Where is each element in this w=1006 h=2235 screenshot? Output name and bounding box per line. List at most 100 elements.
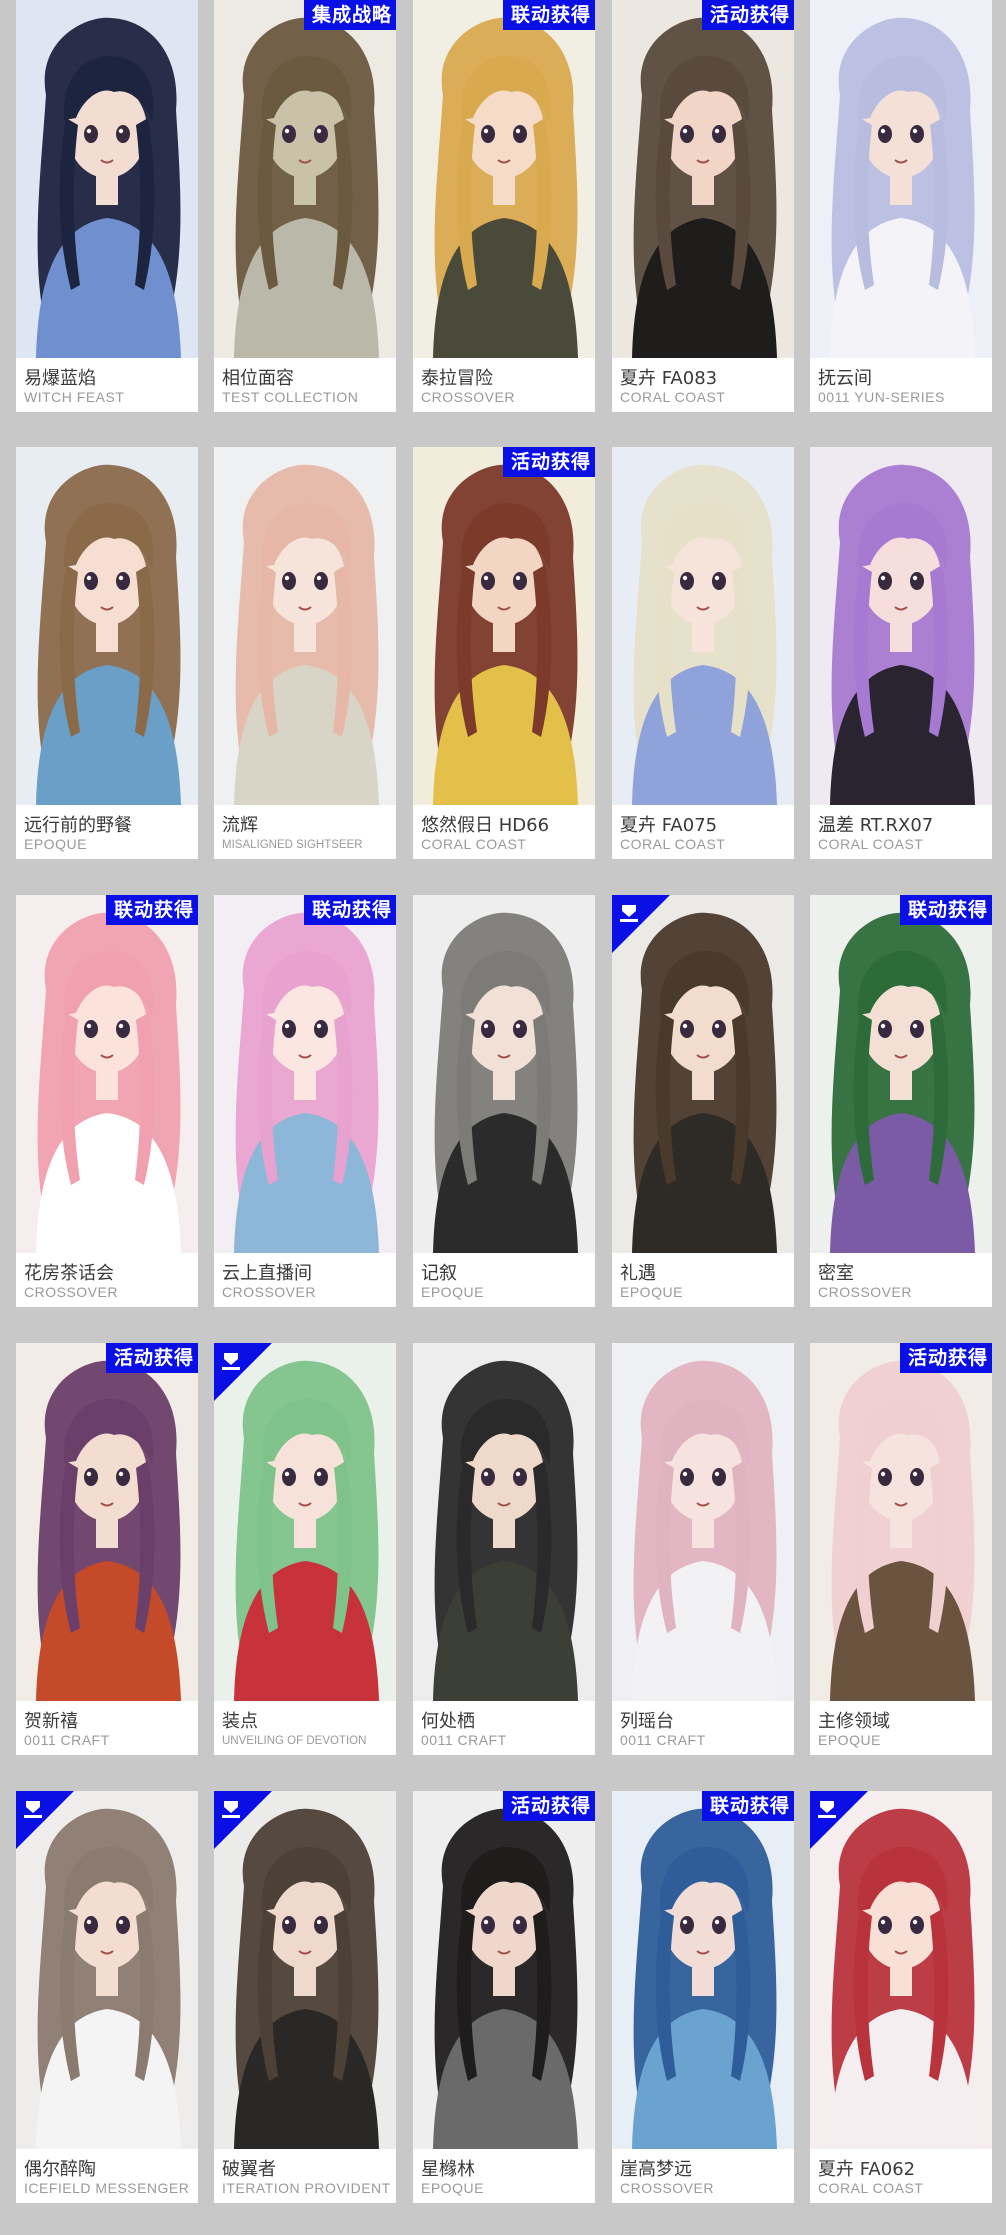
acquisition-badge: 联动获得 [502, 0, 595, 30]
skin-series: WITCH FEAST [24, 389, 125, 405]
skin-name: 悠然假日 HD66 [421, 815, 550, 836]
skin-card[interactable]: 夏卉 FA075 CORAL COAST [612, 447, 794, 859]
character-illustration [612, 1343, 794, 1701]
skin-card[interactable]: 活动获得 主修领域 EPOQUE [810, 1343, 992, 1755]
skin-series: CORAL COAST [620, 836, 726, 852]
skin-card[interactable]: 集成战略相位面容 TEST COLLECTION [214, 0, 396, 412]
character-illustration [16, 895, 198, 1253]
character-illustration [214, 447, 396, 805]
skin-artwork [612, 1343, 794, 1701]
skin-artwork [413, 1343, 595, 1701]
skin-card[interactable]: 联动获得 崖高梦远 CROSSOVER [612, 1791, 794, 2203]
skin-name: 破翼者 [222, 2159, 276, 2180]
skin-card[interactable]: 联动获得 泰拉冒险 CROSSOVER [413, 0, 595, 412]
skin-name: 何处栖 [421, 1711, 475, 1732]
skin-card[interactable]: 联动获得云上直播间 CROSSOVER [214, 895, 396, 1307]
skin-name: 夏卉 FA062 [818, 2159, 916, 2180]
skin-series: CROSSOVER [222, 1284, 316, 1300]
character-illustration [16, 447, 198, 805]
character-illustration [16, 1343, 198, 1701]
skin-card[interactable]: 温差 RT.RX07 CORAL COAST [810, 447, 992, 859]
character-illustration [810, 0, 992, 358]
gallery-row: 联动获得 花房茶话会 CROSSOVER 联动获得 云上直播间 CROSSOVER 记叙 EP… [0, 895, 1006, 1325]
brand-corner-icon [810, 1791, 868, 1849]
brand-corner-icon [214, 1343, 272, 1401]
skin-card[interactable]: 何处栖 0011 CRAFT [413, 1343, 595, 1755]
skin-name: 密室 [818, 1263, 854, 1284]
skin-artwork [612, 0, 794, 358]
skin-series: EPOQUE [24, 836, 87, 852]
skin-artwork [16, 895, 198, 1253]
skin-series: CORAL COAST [421, 836, 527, 852]
skin-name: 云上直播间 [222, 1263, 312, 1284]
skin-series: CORAL COAST [620, 389, 726, 405]
gallery-row: 易爆蓝焰 WITCH FEAST 集成战略 相位面容 TEST COLLECTION 联动… [0, 0, 1006, 430]
skin-artwork [16, 1343, 198, 1701]
skin-card[interactable]: 联动获得 花房茶话会 CROSSOVER [16, 895, 198, 1307]
character-illustration [413, 895, 595, 1253]
skin-name: 夏卉 FA075 [620, 815, 718, 836]
character-illustration [810, 895, 992, 1253]
acquisition-badge: 活动获得 [701, 0, 794, 30]
skin-series: EPOQUE [421, 2180, 484, 2196]
character-illustration [413, 447, 595, 805]
skin-artwork [214, 895, 396, 1253]
skin-series: UNVEILING OF DEVOTION [222, 1735, 367, 1747]
acquisition-badge: 联动获得 [899, 895, 992, 925]
skin-card[interactable]: 记叙 EPOQUE [413, 895, 595, 1307]
skin-card[interactable]: 活动获得 星橼林 EPOQUE [413, 1791, 595, 2203]
skin-gallery-grid: 易爆蓝焰 WITCH FEAST 集成战略 相位面容 TEST COLLECTION 联动… [0, 0, 1006, 2235]
skin-name: 主修领域 [818, 1711, 890, 1732]
skin-card[interactable]: 夏卉 FA062 CORAL COAST [810, 1791, 992, 2203]
skin-artwork [16, 0, 198, 358]
skin-name: 夏卉 FA083 [620, 368, 718, 389]
skin-card[interactable]: 活动获得 贺新禧 0011 CRAFT [16, 1343, 198, 1755]
skin-name: 星橼林 [421, 2159, 475, 2180]
gallery-row: 活动获得 贺新禧 0011 CRAFT 装点 UNVEILING OF DEVOTION… [0, 1343, 1006, 1773]
acquisition-badge: 活动获得 [899, 1343, 992, 1373]
skin-artwork [612, 447, 794, 805]
skin-series: 0011 CRAFT [620, 1732, 706, 1748]
skin-name: 易爆蓝焰 [24, 368, 96, 389]
skin-artwork [810, 1343, 992, 1701]
brand-corner-icon [214, 1791, 272, 1849]
skin-series: 0011 CRAFT [24, 1732, 110, 1748]
skin-card[interactable]: 抚云间 0011 YUN-SERIES [810, 0, 992, 412]
character-illustration [214, 0, 396, 358]
skin-name: 贺新禧 [24, 1711, 78, 1732]
acquisition-badge: 联动获得 [303, 895, 396, 925]
acquisition-badge: 联动获得 [701, 1791, 794, 1821]
character-illustration [612, 1791, 794, 2149]
skin-card[interactable]: 易爆蓝焰 WITCH FEAST [16, 0, 198, 412]
skin-artwork [413, 1791, 595, 2149]
skin-card[interactable]: 破翼者 ITERATION PROVIDENT [214, 1791, 396, 2203]
skin-card[interactable]: 远行前的野餐 EPOQUE [16, 447, 198, 859]
skin-series: CROSSOVER [818, 1284, 912, 1300]
skin-artwork [810, 447, 992, 805]
skin-name: 列瑶台 [620, 1711, 674, 1732]
skin-artwork [810, 895, 992, 1253]
skin-name: 抚云间 [818, 368, 872, 389]
skin-card[interactable]: 流辉 MISALIGNED SIGHTSEER [214, 447, 396, 859]
skin-card[interactable]: 列瑶台 0011 CRAFT [612, 1343, 794, 1755]
gallery-row: 远行前的野餐 EPOQUE 流辉 MISALIGNED SIGHTSEER 活动获得悠然… [0, 447, 1006, 877]
skin-series: CORAL COAST [818, 836, 924, 852]
skin-series: ICEFIELD MESSENGER [24, 2180, 190, 2196]
skin-card[interactable]: 活动获得悠然假日 HD66 CORAL COAST [413, 447, 595, 859]
skin-name: 相位面容 [222, 368, 294, 389]
acquisition-badge: 活动获得 [502, 447, 595, 477]
skin-card[interactable]: 装点 UNVEILING OF DEVOTION [214, 1343, 396, 1755]
skin-series: CORAL COAST [818, 2180, 924, 2196]
skin-series: MISALIGNED SIGHTSEER [222, 839, 363, 851]
skin-name: 流辉 [222, 815, 258, 836]
acquisition-badge: 集成战略 [303, 0, 396, 30]
skin-series: CROSSOVER [421, 389, 515, 405]
skin-name: 花房茶话会 [24, 1263, 114, 1284]
skin-card[interactable]: 礼遇 EPOQUE [612, 895, 794, 1307]
skin-card[interactable]: 联动获得密室 CROSSOVER [810, 895, 992, 1307]
skin-series: TEST COLLECTION [222, 389, 359, 405]
character-illustration [612, 0, 794, 358]
skin-card[interactable]: 偶尔醉陶 ICEFIELD MESSENGER [16, 1791, 198, 2203]
skin-series: ITERATION PROVIDENT [222, 2180, 391, 2196]
skin-card[interactable]: 活动获得夏卉 FA083 CORAL COAST [612, 0, 794, 412]
